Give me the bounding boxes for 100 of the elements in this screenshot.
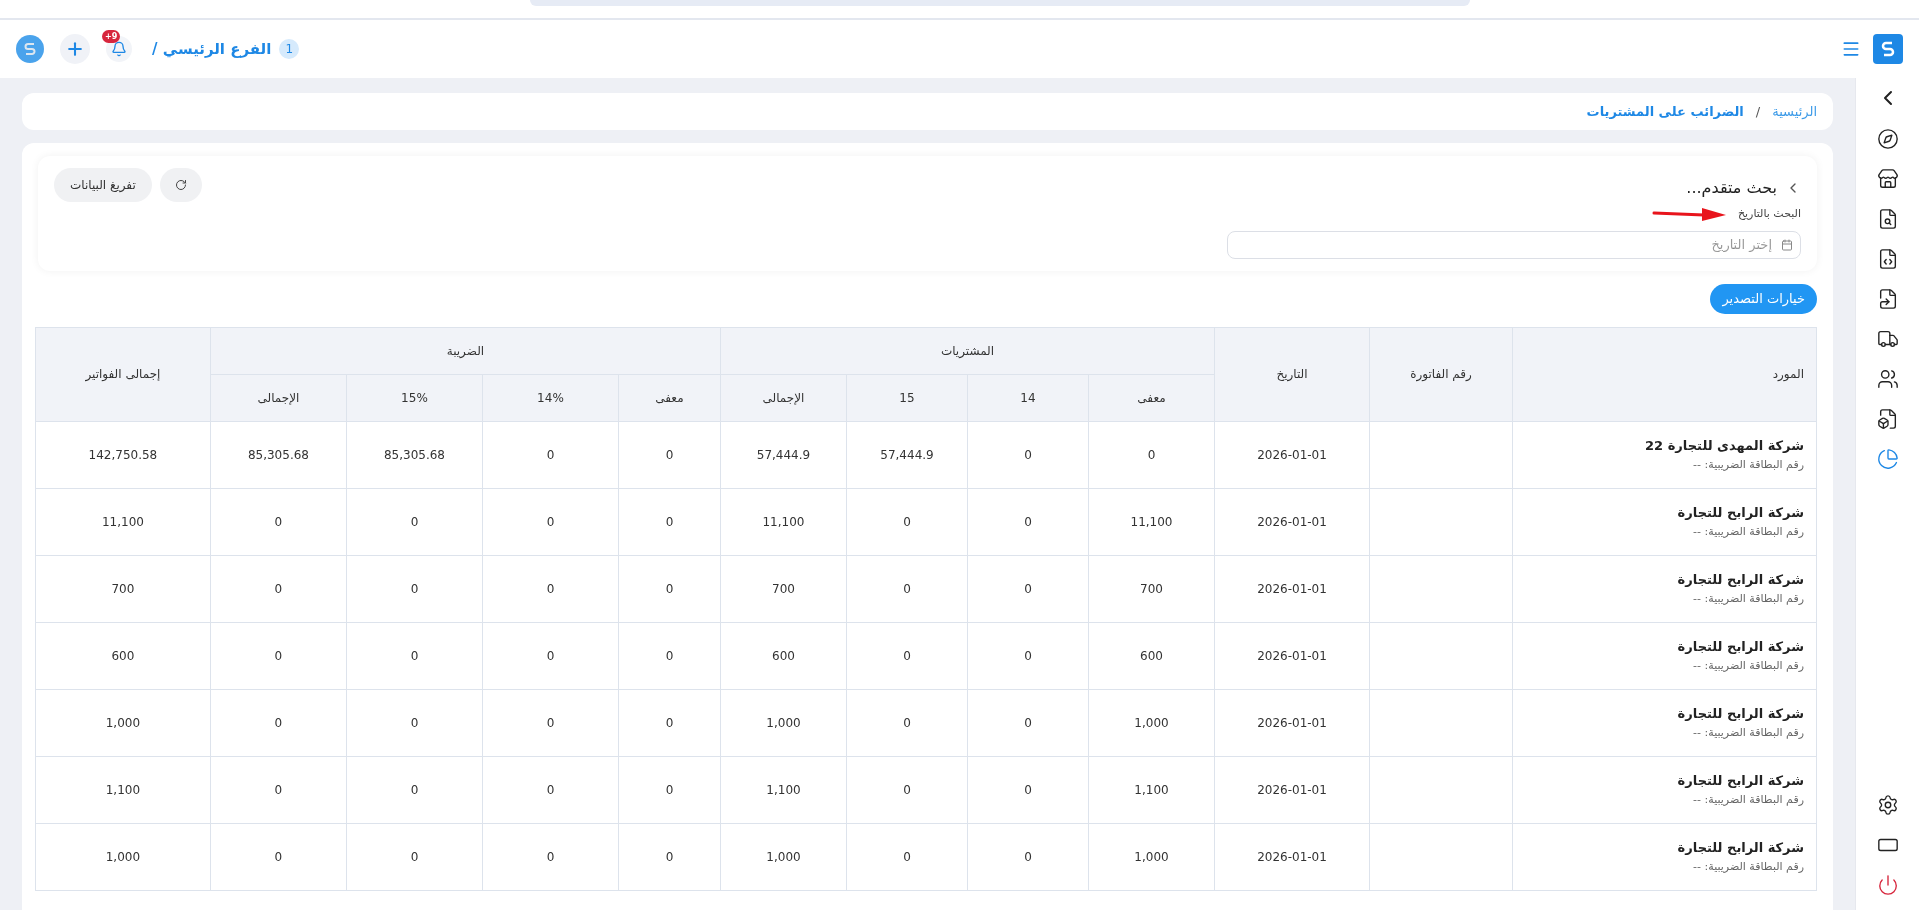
users-icon[interactable] xyxy=(1876,368,1899,390)
table-cell: 0 xyxy=(967,488,1089,555)
bell-icon xyxy=(111,41,127,57)
tax-card-number: رقم البطاقة الضريبية: -- xyxy=(1692,725,1804,741)
supplier-name: شركة المهدى للتجارة 22 xyxy=(1644,436,1804,455)
table-cell: 1,100 xyxy=(1088,756,1215,823)
date-field[interactable]: إختر التاريخ xyxy=(1227,230,1801,259)
date-search-label: البحث بالتاريخ xyxy=(1737,206,1801,222)
column-header: رقم الفاتورة xyxy=(1369,327,1513,421)
logo-icon[interactable] xyxy=(1873,34,1903,64)
table-cell: 2026-01-01 xyxy=(1214,689,1370,756)
supplier-name: شركة الرابح للتجارة xyxy=(1676,570,1804,589)
column-header: إجمالى الفواتير xyxy=(35,327,211,421)
table-cell: 2026-01-01 xyxy=(1214,756,1370,823)
truck-icon[interactable] xyxy=(1876,328,1899,350)
tax-card-number: رقم البطاقة الضريبية: -- xyxy=(1692,457,1804,473)
table-cell: 85,305.68 xyxy=(210,421,347,488)
calendar-icon xyxy=(1781,238,1793,251)
column-header: 15 xyxy=(846,374,968,421)
compass-icon[interactable] xyxy=(1876,128,1899,150)
table-cell: 11,100 xyxy=(35,488,211,555)
table-cell: 57,444.9 xyxy=(846,421,968,488)
refresh-icon xyxy=(174,179,187,191)
table-cell: 0 xyxy=(618,488,721,555)
supplier-name: شركة الرابح للتجارة xyxy=(1676,637,1804,656)
table-cell: 0 xyxy=(967,421,1089,488)
table-cell: 142,750.58 xyxy=(35,421,211,488)
table-cell: 1,000 xyxy=(35,689,211,756)
table-cell: 0 xyxy=(346,823,483,890)
column-header: معفى xyxy=(618,374,721,421)
table-cell: 0 xyxy=(346,488,483,555)
table-cell: 0 xyxy=(346,555,483,622)
table-cell: 1,000 xyxy=(35,823,211,890)
table-cell: 700 xyxy=(35,555,211,622)
column-header: التاريخ xyxy=(1214,327,1370,421)
tax-card-number: رقم البطاقة الضريبية: -- xyxy=(1692,591,1804,607)
table-cell: 0 xyxy=(482,689,619,756)
supplier-name: شركة الرابح للتجارة xyxy=(1676,771,1804,790)
table-cell: 2026-01-01 xyxy=(1214,488,1370,555)
column-header: معفى xyxy=(1088,374,1215,421)
export-options-button[interactable]: خيارات التصدير xyxy=(1710,283,1817,314)
table-cell: 0 xyxy=(618,555,721,622)
tax-card-number: رقم البطاقة الضريبية: -- xyxy=(1692,658,1804,674)
store-icon[interactable] xyxy=(1876,168,1899,190)
tax-card-number: رقم البطاقة الضريبية: -- xyxy=(1692,859,1804,875)
table-cell: 0 xyxy=(482,756,619,823)
table-cell: 600 xyxy=(1088,622,1215,689)
branch-name[interactable]: الفرع الرئيسي / xyxy=(152,37,272,61)
plus-icon xyxy=(65,39,85,59)
menu-icon[interactable] xyxy=(1841,39,1861,59)
breadcrumb-link[interactable]: الرئيسية xyxy=(1772,101,1817,122)
table-cell: 57,444.9 xyxy=(720,421,847,488)
table-cell: 2026-01-01 xyxy=(1214,555,1370,622)
table-cell: 0 xyxy=(210,823,347,890)
table-cell: 0 xyxy=(967,622,1089,689)
table-cell: 0 xyxy=(846,823,968,890)
settings-icon[interactable] xyxy=(1876,794,1899,816)
column-header: الضريبة xyxy=(210,327,721,374)
table-cell: 0 xyxy=(618,823,721,890)
table-cell: 0 xyxy=(618,421,721,488)
table-cell: 11,100 xyxy=(720,488,847,555)
table-cell: 2026-01-01 xyxy=(1214,622,1370,689)
table-cell: 0 xyxy=(482,421,619,488)
notification-badge: +9 xyxy=(102,30,121,43)
table-cell: 2026-01-01 xyxy=(1214,823,1370,890)
pie-chart-icon[interactable] xyxy=(1876,448,1899,470)
table-cell: 0 xyxy=(210,622,347,689)
power-icon[interactable] xyxy=(1876,874,1899,896)
breadcrumb-separator: / xyxy=(1755,102,1761,121)
avatar[interactable] xyxy=(16,35,44,63)
table-cell: 700 xyxy=(1088,555,1215,622)
file-box-icon[interactable] xyxy=(1876,408,1899,430)
table-cell: 0 xyxy=(967,823,1089,890)
table-cell: 700 xyxy=(720,555,847,622)
breadcrumb-link[interactable]: الضرائب على المشتريات xyxy=(1586,101,1744,122)
table-cell: 11,100 xyxy=(1088,488,1215,555)
table-cell: 0 xyxy=(1088,421,1215,488)
column-header: المشتريات xyxy=(720,327,1215,374)
advanced-search-title[interactable]: بحث متقدم... xyxy=(1686,176,1777,200)
supplier-name: شركة الرابح للتجارة xyxy=(1676,838,1804,857)
table-cell: 1,100 xyxy=(35,756,211,823)
table-cell: 0 xyxy=(846,756,968,823)
add-button[interactable] xyxy=(60,34,90,64)
table-cell: 0 xyxy=(210,756,347,823)
tax-card-number: رقم البطاقة الضريبية: -- xyxy=(1692,792,1804,808)
table-cell: 0 xyxy=(482,488,619,555)
clear-data-button[interactable]: تفريغ البيانات xyxy=(54,168,152,202)
column-header: 14 xyxy=(967,374,1089,421)
column-header: 15% xyxy=(346,374,483,421)
column-header: 14% xyxy=(482,374,619,421)
table-cell: 0 xyxy=(846,622,968,689)
supplier-name: شركة الرابح للتجارة xyxy=(1676,704,1804,723)
table-cell: 0 xyxy=(618,756,721,823)
table-cell: 0 xyxy=(967,555,1089,622)
table-cell: 1,000 xyxy=(1088,689,1215,756)
column-header: الإجمالى xyxy=(720,374,847,421)
table-cell: 0 xyxy=(846,689,968,756)
table-cell: 1,000 xyxy=(1088,823,1215,890)
table-cell: 0 xyxy=(210,488,347,555)
table-cell: 0 xyxy=(482,622,619,689)
